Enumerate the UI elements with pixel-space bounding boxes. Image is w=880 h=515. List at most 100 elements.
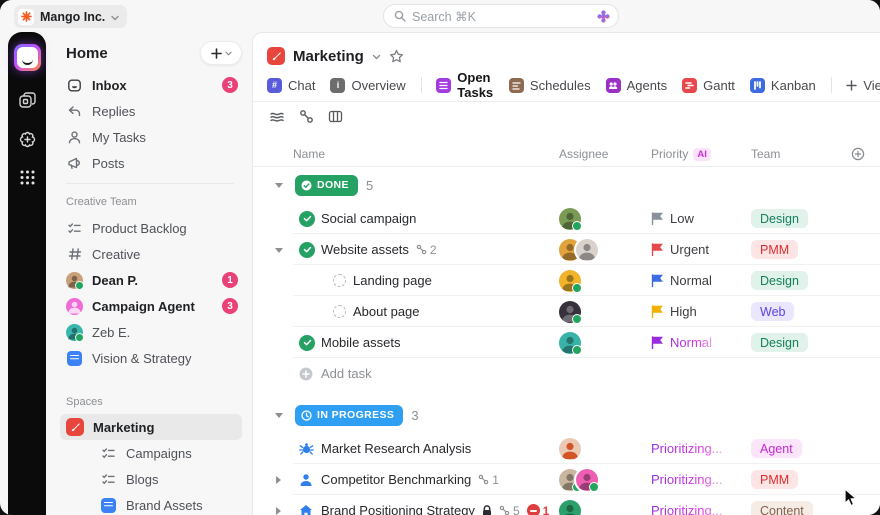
sidebar-item-campaigns[interactable]: Campaigns [66, 440, 242, 466]
sidebar-item-creative[interactable]: Creative [66, 241, 242, 267]
column-priority[interactable]: Priority AI [651, 141, 711, 167]
priority-cell-ai[interactable]: Prioritizing... [651, 433, 723, 464]
sidebar-item-replies[interactable]: Replies [66, 98, 242, 124]
collapse-caret-icon[interactable] [275, 167, 283, 203]
subtask-count[interactable]: 5 [499, 504, 520, 515]
tab-schedules[interactable]: Schedules [509, 78, 591, 93]
sidebar-item-marketing[interactable]: Marketing [60, 414, 242, 440]
assignee-avatars[interactable] [559, 208, 581, 230]
search-icon [394, 10, 406, 22]
tab-chat[interactable]: # Chat [267, 78, 315, 93]
assignee-avatars[interactable] [559, 438, 581, 460]
sidebar-item-my-tasks[interactable]: My Tasks [66, 124, 242, 150]
assignee-avatars[interactable] [559, 500, 581, 515]
subtasks-icon[interactable] [299, 109, 314, 125]
sidebar-item-vision-strategy[interactable]: Vision & Strategy [66, 345, 242, 371]
collapse-caret-icon[interactable] [275, 234, 283, 265]
tab-open-tasks[interactable]: Open Tasks [436, 70, 494, 100]
team-tag[interactable]: Design [751, 271, 808, 290]
priority-cell[interactable]: Urgent [651, 234, 709, 265]
column-name[interactable]: Name [293, 141, 325, 167]
blocked-indicator[interactable]: 1 [527, 504, 550, 515]
team-tag[interactable]: Content [751, 501, 813, 515]
task-name[interactable]: Mobile assets [321, 335, 400, 350]
subtask-row[interactable]: About page High Web [253, 296, 880, 327]
status-badge[interactable]: IN PROGRESS [295, 405, 403, 426]
add-column-icon[interactable] [851, 141, 865, 167]
assignee-avatars[interactable] [559, 469, 598, 491]
done-check-icon[interactable] [299, 211, 315, 227]
add-task-row[interactable]: Add task [253, 358, 880, 389]
task-row[interactable]: Brand Positioning Strategy 5 1 Prioritiz… [253, 495, 880, 515]
ai-sparkle-icon[interactable] [597, 10, 610, 23]
team-tag[interactable]: Web [751, 302, 794, 321]
task-name[interactable]: Market Research Analysis [321, 441, 471, 456]
columns-icon[interactable] [328, 109, 343, 125]
expand-caret-icon[interactable] [275, 495, 281, 515]
open-status-icon[interactable] [333, 274, 346, 287]
favorite-star-icon[interactable] [389, 49, 404, 64]
subtask-row[interactable]: Landing page Normal Design [253, 265, 880, 296]
task-name[interactable]: Competitor Benchmarking [321, 472, 471, 487]
sidebar-item-product-backlog[interactable]: Product Backlog [66, 215, 242, 241]
priority-cell[interactable]: High [651, 296, 697, 327]
done-check-icon[interactable] [299, 242, 315, 258]
subtask-count[interactable]: 2 [416, 243, 437, 257]
task-row[interactable]: Mobile assets Normal Design [253, 327, 880, 358]
status-badge[interactable]: DONE [295, 175, 358, 196]
column-team[interactable]: Team [751, 141, 780, 167]
sidebar-item-inbox[interactable]: Inbox 3 [66, 72, 242, 98]
priority-cell[interactable]: Low [651, 203, 694, 234]
assignee-avatars[interactable] [559, 270, 581, 292]
team-tag[interactable]: PMM [751, 240, 798, 259]
task-name[interactable]: About page [353, 304, 420, 319]
new-item-button[interactable] [200, 41, 242, 65]
add-task-button[interactable]: Add task [299, 366, 372, 381]
task-row[interactable]: Competitor Benchmarking 1 Prioritizing..… [253, 464, 880, 495]
task-name[interactable]: Social campaign [321, 211, 416, 226]
priority-cell-ai[interactable]: Normal [651, 327, 712, 358]
tab-agents[interactable]: Agents [606, 78, 667, 93]
assignee-avatars[interactable] [559, 239, 598, 261]
open-status-icon[interactable] [333, 305, 346, 318]
priority-cell[interactable]: Normal [651, 265, 712, 296]
team-tag[interactable]: Design [751, 333, 808, 352]
apps-grid-icon[interactable] [19, 169, 36, 186]
team-tag[interactable]: Design [751, 209, 808, 228]
sidebar-item-posts[interactable]: Posts [66, 150, 242, 176]
sidebar-item-zeb-e[interactable]: Zeb E. [66, 319, 242, 345]
assistant-app-icon[interactable] [14, 44, 41, 71]
add-view-button[interactable]: View [846, 78, 880, 93]
task-row[interactable]: Website assets 2 Urgent PMM [253, 234, 880, 265]
tab-kanban[interactable]: Kanban [750, 78, 816, 93]
priority-cell-ai[interactable]: Prioritizing... [651, 464, 723, 495]
chevron-down-icon[interactable] [372, 47, 381, 65]
team-tag[interactable]: PMM [751, 470, 798, 489]
task-row[interactable]: Social campaign Low Design [253, 203, 880, 234]
subtask-count[interactable]: 1 [478, 473, 499, 487]
team-tag[interactable]: Agent [751, 439, 802, 458]
tab-gantt[interactable]: Gantt [682, 78, 735, 93]
task-name[interactable]: Brand Positioning Strategy [321, 503, 475, 515]
search-input[interactable]: Search ⌘K [383, 4, 619, 28]
windows-icon[interactable] [18, 91, 37, 110]
sidebar-item-blogs[interactable]: Blogs [66, 466, 242, 492]
task-name[interactable]: Website assets [321, 242, 409, 257]
collapse-caret-icon[interactable] [275, 397, 283, 433]
sidebar-item-dean-p[interactable]: Dean P. 1 [66, 267, 242, 293]
sidebar-item-brand-assets[interactable]: Brand Assets [66, 492, 242, 515]
workspace-switcher[interactable]: Mango Inc. [14, 5, 127, 28]
priority-cell-ai[interactable]: Prioritizing... [651, 495, 723, 515]
group-by-icon[interactable] [269, 109, 285, 125]
assignee-avatars[interactable] [559, 301, 581, 323]
automations-icon[interactable] [18, 130, 37, 149]
assignee-avatars[interactable] [559, 332, 581, 354]
section-label-team: Creative Team [66, 193, 242, 211]
done-check-icon[interactable] [299, 335, 315, 351]
sidebar-item-campaign-agent[interactable]: Campaign Agent 3 [66, 293, 242, 319]
column-assignee[interactable]: Assignee [559, 141, 608, 167]
expand-caret-icon[interactable] [275, 464, 281, 495]
task-name[interactable]: Landing page [353, 273, 432, 288]
tab-overview[interactable]: i Overview [330, 78, 405, 93]
task-row[interactable]: Market Research Analysis Prioritizing...… [253, 433, 880, 464]
